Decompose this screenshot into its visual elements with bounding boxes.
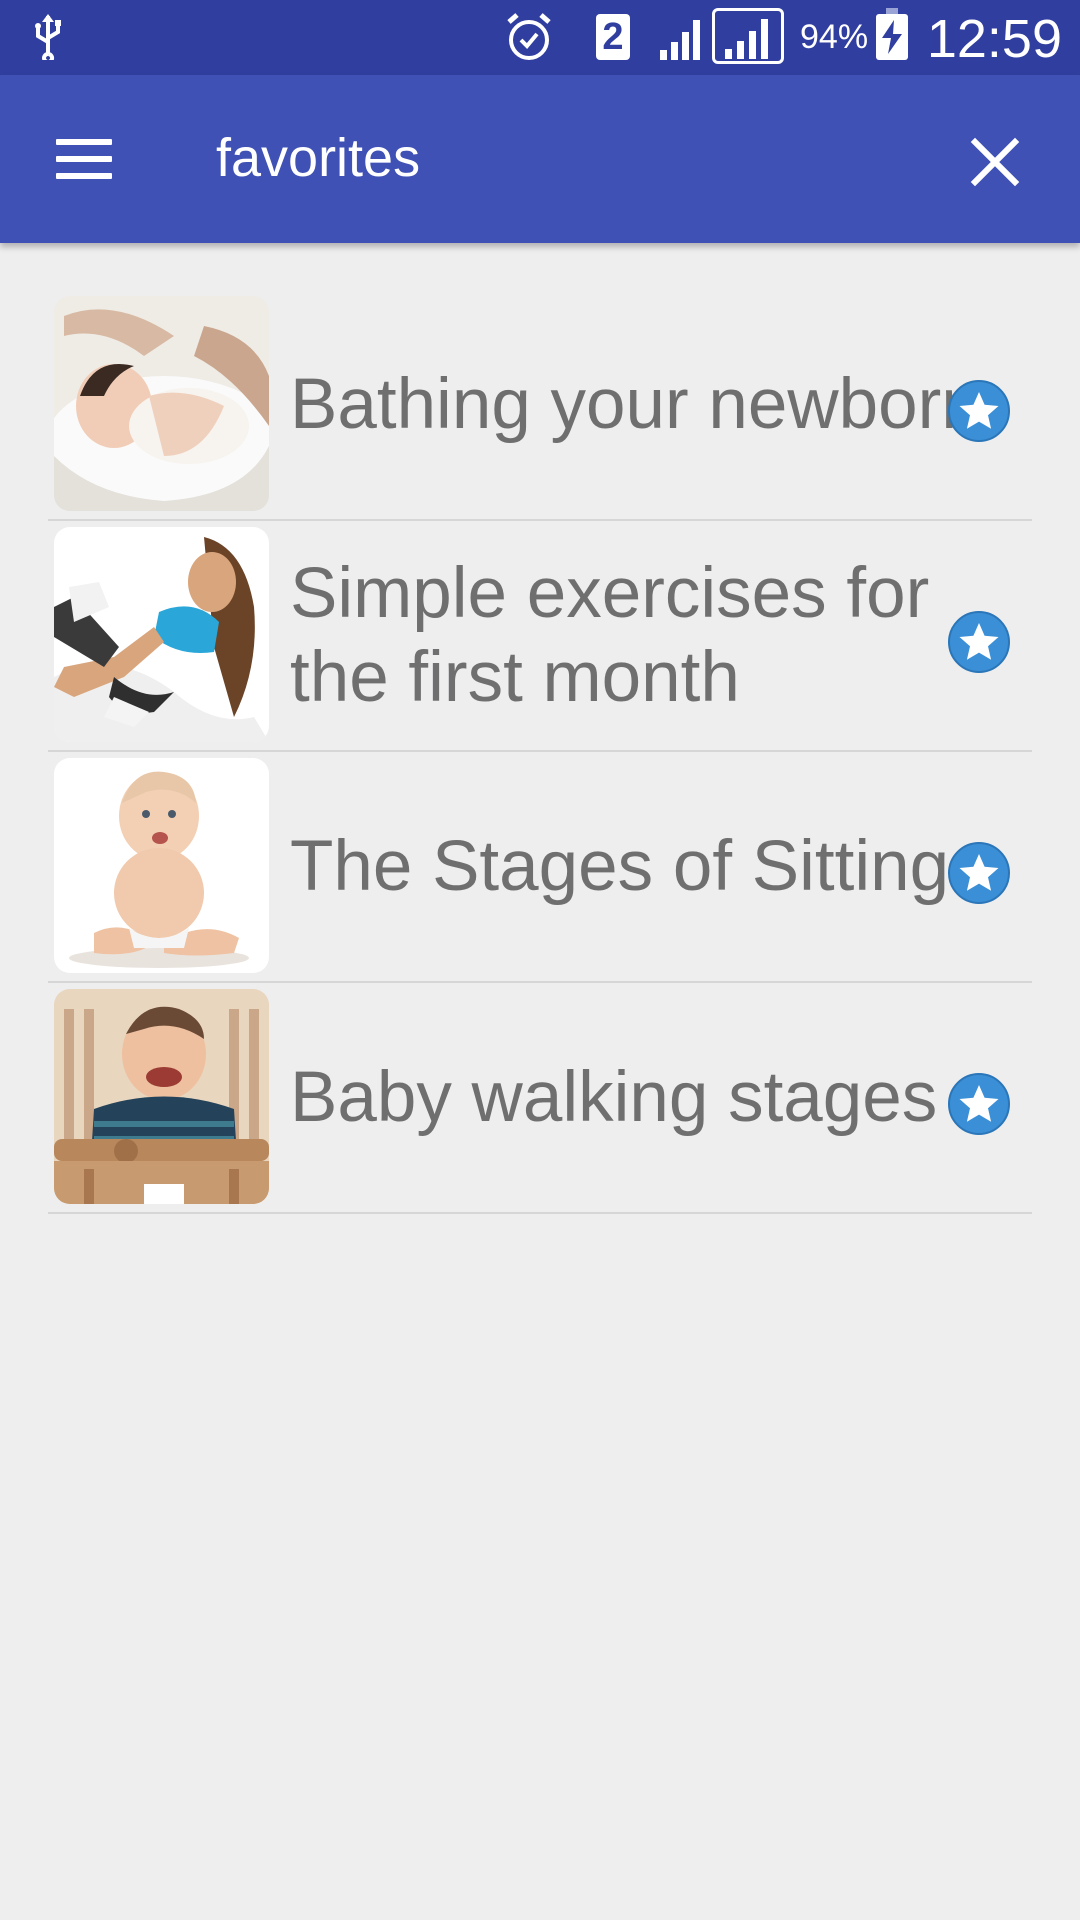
sim-2-icon: 2	[596, 14, 630, 60]
sitting-baby-photo	[54, 758, 269, 973]
page-title: favorites	[216, 128, 421, 188]
list-item-title: Simple exercises for the first month	[290, 553, 930, 717]
star-icon[interactable]	[948, 842, 1010, 904]
close-icon[interactable]	[960, 127, 1030, 197]
star-icon[interactable]	[948, 611, 1010, 673]
list-item-title: The Stages of Sitting	[290, 826, 950, 906]
signal-icon	[658, 14, 708, 65]
star-icon[interactable]	[948, 380, 1010, 442]
app-bar: favorites	[0, 75, 1080, 243]
alarm-icon	[505, 12, 553, 69]
usb-icon	[30, 14, 66, 65]
signal-icon	[712, 8, 784, 64]
list-item[interactable]: Simple exercises for the first month	[48, 521, 1032, 752]
favorites-list: Bathing your newborn Simple exercises fo…	[48, 290, 1032, 1214]
woman-exercise-photo	[54, 527, 269, 742]
status-bar: 2 94% 12:59	[0, 0, 1080, 75]
baby-crib-photo	[54, 989, 269, 1204]
list-item[interactable]: Baby walking stages	[48, 983, 1032, 1214]
battery-charging-icon	[876, 8, 908, 60]
hamburger-menu-icon[interactable]	[40, 119, 126, 199]
list-item-title: Baby walking stages	[290, 1057, 938, 1137]
baby-bath-photo	[54, 296, 269, 511]
star-icon[interactable]	[948, 1073, 1010, 1135]
clock: 12:59	[926, 9, 1062, 69]
list-item[interactable]: The Stages of Sitting	[48, 752, 1032, 983]
list-item-title: Bathing your newborn	[290, 364, 981, 444]
battery-percentage: 94%	[800, 18, 869, 56]
list-item[interactable]: Bathing your newborn	[48, 290, 1032, 521]
